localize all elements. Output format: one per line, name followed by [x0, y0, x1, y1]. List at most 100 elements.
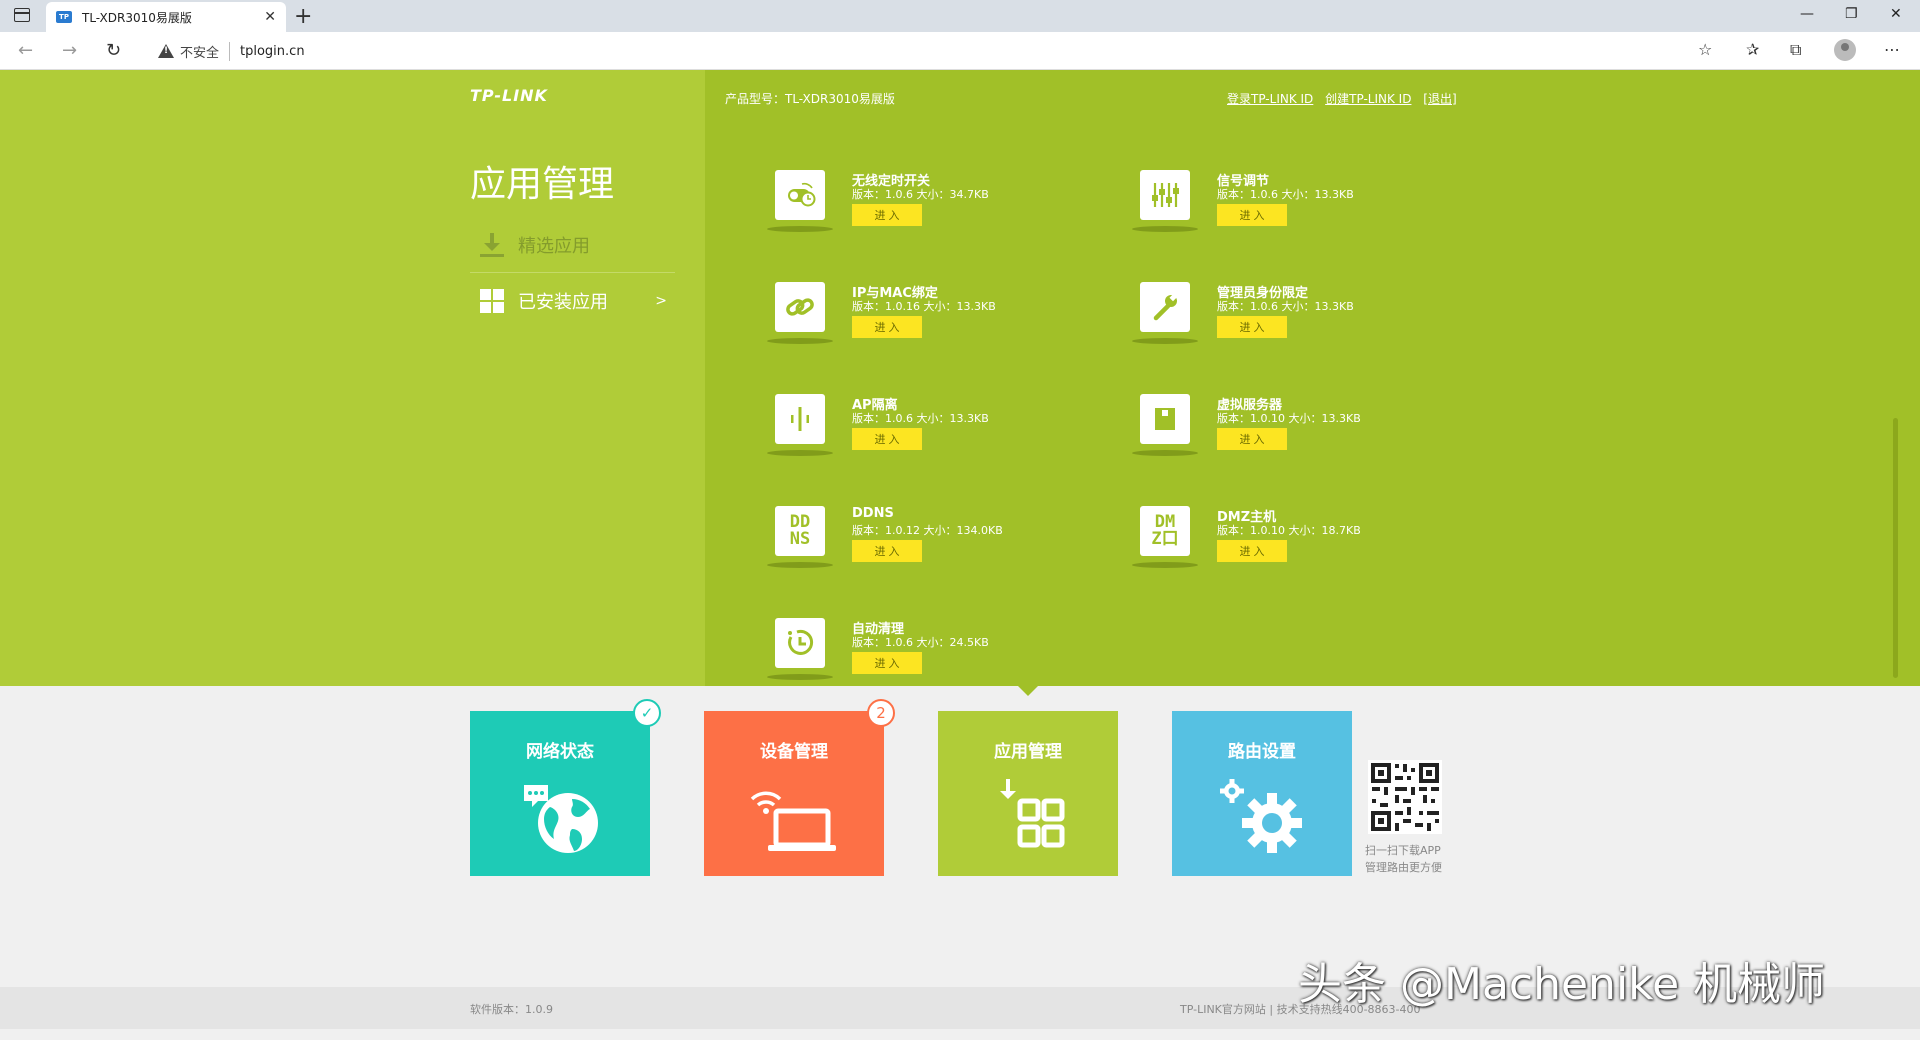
grid-icon [480, 289, 504, 313]
tab-actions-icon[interactable] [14, 8, 30, 22]
back-icon[interactable]: ← [18, 40, 33, 61]
qr-caption: 扫一扫下载APP 管理路由更方便 [1365, 842, 1442, 876]
product-model: 产品型号：TL-XDR3010易展版 [725, 92, 895, 106]
enter-button[interactable]: 进 入 [1217, 204, 1287, 226]
status-ok-badge: ✓ [633, 699, 661, 727]
active-tile-pointer [1018, 686, 1038, 696]
dmz-icon-line: Z口 [1151, 529, 1179, 549]
favicon-icon: TP [56, 11, 72, 23]
app-meta: 版本：1.0.6 大小：24.5KB [852, 636, 989, 649]
page-title: 应用管理 [470, 164, 615, 205]
close-window-icon[interactable]: ✕ [1890, 6, 1902, 22]
watermark: 头条 @Machenike 机械师 [1298, 959, 1826, 1010]
scrollbar[interactable] [1893, 418, 1898, 678]
enter-button[interactable]: 进 入 [1217, 316, 1287, 338]
app-meta: 版本：1.0.6 大小：13.3KB [852, 412, 989, 425]
app-card-ddns: DD NS DDNS 版本：1.0.12 大小：134.0KB 进 入 [705, 498, 1035, 578]
app-meta: 版本：1.0.10 大小：13.3KB [1217, 412, 1361, 425]
favorites-icon[interactable]: ✰ [1746, 40, 1759, 59]
qr-caption-line: 管理路由更方便 [1365, 861, 1442, 874]
download-icon [480, 232, 504, 257]
enter-button[interactable]: 进 入 [852, 540, 922, 562]
restore-icon[interactable]: ❐ [1845, 6, 1858, 22]
address-bar: ← → ↻ 不安全 tplogin.cn ☆ ✰ ⧉ ⋯ [0, 32, 1920, 70]
app-card-ap-isolation: AP隔离 版本：1.0.6 大小：13.3KB 进 入 [705, 386, 1035, 466]
url-field[interactable]: 不安全 tplogin.cn [146, 37, 1716, 65]
tile-app-management[interactable]: 应用管理 [938, 711, 1118, 876]
warning-icon [158, 44, 174, 58]
qr-caption-line: 扫一扫下载APP [1365, 844, 1441, 857]
tile-label: 设备管理 [760, 742, 828, 762]
enter-button[interactable]: 进 入 [852, 316, 922, 338]
app-card-wifi-timer: 无线定时开关 版本：1.0.6 大小：34.7KB 进 入 [705, 162, 1035, 242]
globe-icon [524, 785, 598, 853]
laptop-icon [750, 791, 836, 851]
wifi-timer-icon [775, 170, 825, 220]
app-meta: 版本：1.0.12 大小：134.0KB [852, 524, 1003, 537]
new-tab-icon[interactable]: + [294, 4, 312, 29]
router-admin-page: TP-LINK 应用管理 精选应用 已安装应用 > 产品型号：TL-XDR301… [0, 70, 1920, 1040]
sidebar-item-featured-apps[interactable]: 精选应用 [470, 217, 675, 273]
sidebar-item-label: 精选应用 [518, 235, 590, 257]
enter-button[interactable]: 进 入 [852, 652, 922, 674]
tab-title: TL-XDR3010易展版 [82, 10, 192, 25]
app-card-admin-restriction: 管理员身份限定 版本：1.0.6 大小：13.3KB 进 入 [1070, 274, 1400, 354]
url-text[interactable]: tplogin.cn [240, 44, 305, 59]
tile-label: 路由设置 [1228, 742, 1296, 762]
app-card-ip-mac-binding: IP与MAC绑定 版本：1.0.16 大小：13.3KB 进 入 [705, 274, 1035, 354]
login-link[interactable]: 登录TP-LINK ID [1227, 92, 1313, 106]
add-favorite-icon[interactable]: ☆ [1698, 40, 1712, 59]
virtual-server-icon [1140, 394, 1190, 444]
app-card-auto-clean: 自动清理 版本：1.0.6 大小：24.5KB 进 入 [705, 610, 1035, 690]
tile-label: 应用管理 [994, 742, 1062, 762]
auto-clean-icon [775, 618, 825, 668]
tp-link-logo: TP-LINK [470, 86, 548, 105]
app-meta: 版本：1.0.6 大小：34.7KB [852, 188, 989, 201]
account-links: 登录TP-LINK ID 创建TP-LINK ID [退出] [1227, 90, 1465, 107]
ddns-icon-line: NS [789, 529, 811, 549]
qr-code [1368, 760, 1442, 834]
app-meta: 版本：1.0.10 大小：18.7KB [1217, 524, 1361, 537]
tile-label: 网络状态 [526, 742, 594, 762]
app-card-signal-adjust: 信号调节 版本：1.0.6 大小：13.3KB 进 入 [1070, 162, 1400, 242]
logout-link[interactable]: [退出] [1423, 92, 1456, 106]
tile-router-settings[interactable]: 路由设置 [1172, 711, 1352, 876]
sidebar-item-installed-apps[interactable]: 已安装应用 > [470, 273, 675, 329]
forward-icon[interactable]: → [62, 40, 77, 61]
enter-button[interactable]: 进 入 [852, 204, 922, 226]
collections-icon[interactable]: ⧉ [1790, 40, 1801, 60]
notification-count-badge: 2 [867, 699, 895, 727]
minimize-icon[interactable]: — [1800, 6, 1814, 22]
app-card-virtual-server: 虚拟服务器 版本：1.0.10 大小：13.3KB 进 入 [1070, 386, 1400, 466]
browser-tab-bar: TP TL-XDR3010易展版 ✕ + — ❐ ✕ [0, 0, 1920, 32]
app-name: DDNS [852, 506, 894, 521]
more-menu-icon[interactable]: ⋯ [1884, 40, 1900, 59]
software-version: 软件版本：1.0.9 [470, 1003, 553, 1016]
close-tab-icon[interactable]: ✕ [264, 9, 276, 25]
ddns-icon: DD NS [775, 506, 825, 556]
enter-button[interactable]: 进 入 [1217, 540, 1287, 562]
gear-icon [1220, 779, 1302, 853]
register-link[interactable]: 创建TP-LINK ID [1325, 92, 1411, 106]
apps-grid-icon [1000, 779, 1065, 848]
security-label[interactable]: 不安全 [180, 41, 231, 61]
app-meta: 版本：1.0.6 大小：13.3KB [1217, 300, 1354, 313]
wrench-icon [1140, 282, 1190, 332]
browser-tab[interactable]: TP TL-XDR3010易展版 ✕ [46, 2, 286, 32]
chevron-right-icon: > [655, 293, 667, 309]
profile-avatar[interactable] [1834, 39, 1856, 61]
sidebar-item-label: 已安装应用 [518, 292, 608, 313]
reload-icon[interactable]: ↻ [106, 40, 121, 61]
app-card-dmz: DM Z口 DMZ主机 版本：1.0.10 大小：18.7KB 进 入 [1070, 498, 1400, 578]
app-meta: 版本：1.0.6 大小：13.3KB [1217, 188, 1354, 201]
app-meta: 版本：1.0.16 大小：13.3KB [852, 300, 996, 313]
sidebar: TP-LINK 应用管理 精选应用 已安装应用 > [0, 70, 705, 686]
link-icon [775, 282, 825, 332]
tile-network-status[interactable]: 网络状态 [470, 711, 650, 876]
dmz-icon: DM Z口 [1140, 506, 1190, 556]
enter-button[interactable]: 进 入 [1217, 428, 1287, 450]
ap-isolation-icon [775, 394, 825, 444]
app-list-panel: 产品型号：TL-XDR3010易展版 登录TP-LINK ID 创建TP-LIN… [705, 70, 1920, 686]
tile-device-management[interactable]: 设备管理 [704, 711, 884, 876]
enter-button[interactable]: 进 入 [852, 428, 922, 450]
